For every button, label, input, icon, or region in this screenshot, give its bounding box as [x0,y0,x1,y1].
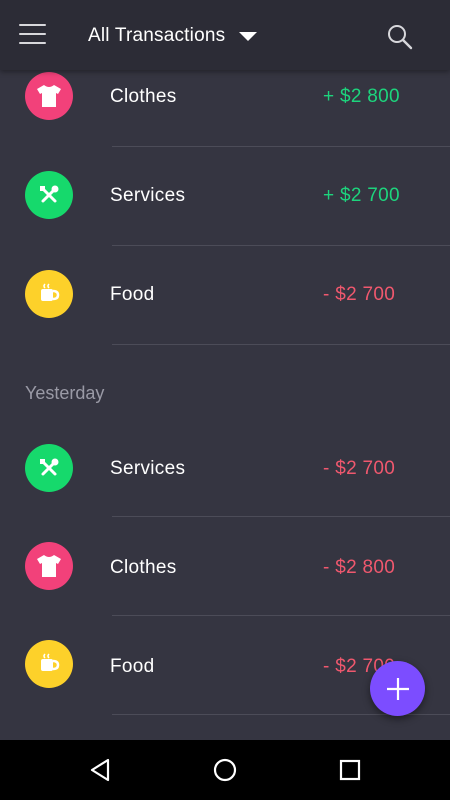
caret-down-icon [239,31,258,41]
transactions-screen: Clothes + $2 800 Services + $2 700 Food … [0,0,450,800]
amount-value: + $2 700 [323,185,400,206]
hamburger-menu-icon[interactable] [19,24,46,46]
amount-value: - $2 800 [323,557,396,578]
amount-value: - $2 700 [323,458,396,479]
transaction-row[interactable]: Clothes - $2 800 [0,517,450,616]
recents-square-icon[interactable] [336,756,364,784]
section-header-yesterday: Yesterday [25,383,105,403]
transaction-row[interactable]: Food - $2 700 [0,246,450,345]
category-label: Clothes [110,557,177,578]
back-triangle-icon[interactable] [86,756,114,784]
mug-icon [25,640,73,688]
add-transaction-button[interactable] [370,661,425,716]
app-bar: All Transactions [0,0,450,70]
category-label: Food [110,656,155,677]
category-label: Food [110,284,155,305]
page-title: All Transactions [88,25,226,46]
tools-icon [25,444,73,492]
transaction-row[interactable]: Services + $2 700 [0,147,450,246]
tools-icon [25,171,73,219]
amount-value: - $2 700 [323,284,396,305]
home-circle-icon[interactable] [211,756,239,784]
category-label: Clothes [110,86,177,107]
search-icon[interactable] [386,23,414,51]
amount-value: + $2 800 [323,86,400,107]
tshirt-icon [25,542,73,590]
plus-icon [386,677,409,700]
tshirt-icon [25,72,73,120]
transaction-row[interactable]: Services - $2 700 [0,418,450,517]
category-label: Services [110,458,186,479]
transaction-filter-dropdown[interactable]: All Transactions [88,22,258,50]
row-divider [112,344,450,345]
category-label: Services [110,185,186,206]
mug-icon [25,270,73,318]
system-navigation-bar [0,740,450,800]
